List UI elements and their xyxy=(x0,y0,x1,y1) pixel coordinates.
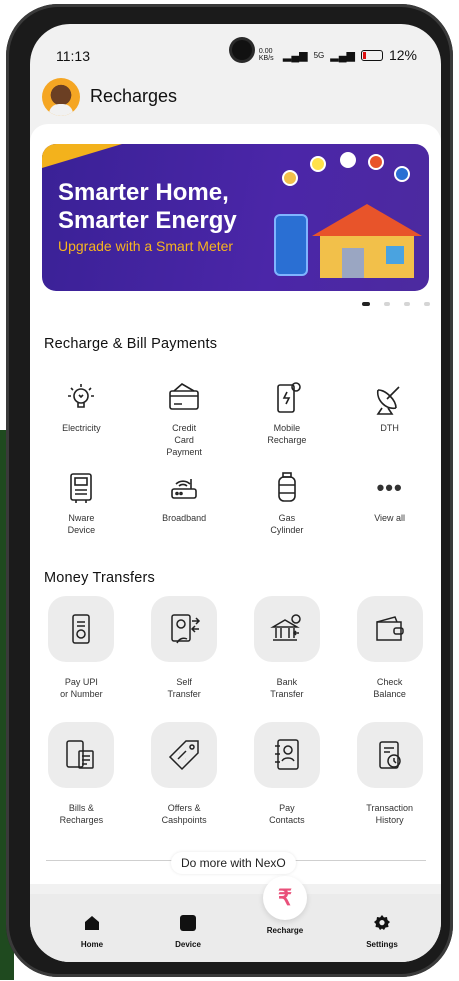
carousel-dot[interactable] xyxy=(424,302,430,306)
tile-label: DTH xyxy=(380,423,399,433)
battery-percent: 12% xyxy=(388,47,417,63)
home-icon xyxy=(83,914,101,932)
do-more-button[interactable]: Do more with NexO xyxy=(171,852,296,874)
nav-device[interactable]: Device xyxy=(153,914,223,949)
tile-broadband[interactable]: Broadband xyxy=(133,470,236,536)
tile-label: Credit Card Payment xyxy=(166,423,202,457)
tag-icon xyxy=(151,722,218,788)
tile-label: View all xyxy=(374,513,406,523)
house-icon xyxy=(292,204,422,278)
nav-settings-label: Settings xyxy=(366,940,398,949)
nav-home-label: Home xyxy=(80,940,104,949)
promo-banner[interactable]: Smarter Home, Smarter Energy Upgrade wit… xyxy=(42,144,429,291)
meter-device-icon xyxy=(63,470,99,506)
wallet-icon xyxy=(356,596,423,662)
more-dots-icon: ••• xyxy=(376,475,403,500)
tile-label: Transaction History xyxy=(366,803,413,825)
gear-icon xyxy=(373,914,391,932)
money-section-title: Money Transfers xyxy=(44,570,155,586)
satellite-dish-icon xyxy=(372,380,408,416)
signal-icon-2: ▂▄▆ xyxy=(330,49,355,62)
history-icon xyxy=(356,722,423,788)
device-icon xyxy=(179,914,197,932)
tile-nware-device[interactable]: Nware Device xyxy=(30,470,133,536)
nav-recharge-label: Recharge xyxy=(266,926,304,935)
recharge-grid: Electricity Credit Card Payment Mobile R… xyxy=(30,380,441,536)
tile-view-all[interactable]: ••• View all xyxy=(338,470,441,536)
bulb-icon xyxy=(63,380,99,416)
tile-label: Bank Transfer xyxy=(270,677,304,699)
carousel-dot[interactable] xyxy=(384,302,390,306)
tile-offers-cashpoints[interactable]: Offers & Cashpoints xyxy=(133,722,236,826)
page-title: Recharges xyxy=(90,86,178,106)
network-type: 5G xyxy=(313,50,325,60)
tile-pay-contacts[interactable]: Pay Contacts xyxy=(236,722,339,826)
tile-label: Pay UPI or Number xyxy=(60,677,103,699)
status-bar: 11:13 0.00 KB/s ▂▄▆ 5G ▂▄▆ 12% xyxy=(30,24,441,66)
tile-dth[interactable]: DTH xyxy=(338,380,441,458)
credit-card-icon xyxy=(166,380,202,416)
phone-screen: 11:13 0.00 KB/s ▂▄▆ 5G ▂▄▆ 12% Recharges… xyxy=(30,24,441,962)
signal-icon: ▂▄▆ xyxy=(282,49,308,62)
tile-label: Pay Contacts xyxy=(269,803,305,825)
tile-label: Mobile Recharge xyxy=(267,423,307,445)
self-transfer-icon xyxy=(151,596,218,662)
tile-bank-transfer[interactable]: Bank Transfer xyxy=(236,596,339,700)
app-header: Recharges xyxy=(30,78,441,120)
tile-pay-upi[interactable]: Pay UPI or Number xyxy=(30,596,133,700)
carousel-indicator[interactable] xyxy=(362,302,430,306)
recharge-section-title: Recharge & Bill Payments xyxy=(44,336,218,352)
nav-recharge[interactable]: ₹ Recharge xyxy=(250,876,320,935)
tile-label: Electricity xyxy=(62,423,101,433)
tile-check-balance[interactable]: Check Balance xyxy=(338,596,441,700)
contacts-icon xyxy=(253,722,320,788)
nav-device-label: Device xyxy=(175,940,201,949)
network-speed: 0.00 KB/s xyxy=(258,48,274,62)
tile-transaction-history[interactable]: Transaction History xyxy=(338,722,441,826)
tile-label: Bills & Recharges xyxy=(59,803,104,825)
tile-gas-cylinder[interactable]: Gas Cylinder xyxy=(236,470,339,536)
status-icons: 0.00 KB/s ▂▄▆ 5G ▂▄▆ 12% xyxy=(259,47,417,63)
phone-frame: 11:13 0.00 KB/s ▂▄▆ 5G ▂▄▆ 12% Recharges… xyxy=(6,4,453,977)
tile-credit-card[interactable]: Credit Card Payment xyxy=(133,380,236,458)
tile-electricity[interactable]: Electricity xyxy=(30,380,133,458)
bills-icon xyxy=(48,722,115,788)
tile-self-transfer[interactable]: Self Transfer xyxy=(133,596,236,700)
mobile-icon xyxy=(269,380,305,416)
bank-icon xyxy=(253,596,320,662)
tile-label: Check Balance xyxy=(373,677,406,699)
banner-headline: Smarter Home, Smarter Energy xyxy=(58,179,237,234)
tile-bills-recharges[interactable]: Bills & Recharges xyxy=(30,722,133,826)
gas-cylinder-icon xyxy=(269,470,305,506)
bottom-navigation: Home Device ₹ Recharge Settings xyxy=(30,876,441,962)
carousel-dot-active[interactable] xyxy=(362,302,370,306)
main-content: Smarter Home, Smarter Energy Upgrade wit… xyxy=(30,124,441,884)
tile-label: Offers & Cashpoints xyxy=(161,803,207,825)
carousel-dot[interactable] xyxy=(404,302,410,306)
router-icon xyxy=(166,470,202,506)
nav-settings[interactable]: Settings xyxy=(347,914,417,949)
front-camera xyxy=(232,40,252,60)
battery-icon xyxy=(360,49,383,61)
tile-mobile-recharge[interactable]: Mobile Recharge xyxy=(236,380,339,458)
banner-subline: Upgrade with a Smart Meter xyxy=(58,238,234,254)
tile-label: Self Transfer xyxy=(167,677,201,699)
avatar[interactable] xyxy=(42,78,80,116)
money-transfer-grid: Pay UPI or Number Self Transfer Bank Tra… xyxy=(30,596,441,826)
tile-label: Broadband xyxy=(162,513,207,523)
nav-home[interactable]: Home xyxy=(57,914,127,949)
banner-corner-accent xyxy=(42,144,122,168)
rupee-icon: ₹ xyxy=(263,876,307,920)
tile-label: Gas Cylinder xyxy=(270,513,304,535)
upi-phone-icon xyxy=(48,596,115,662)
tile-label: Nware Device xyxy=(67,513,96,535)
status-time: 11:13 xyxy=(56,48,90,64)
